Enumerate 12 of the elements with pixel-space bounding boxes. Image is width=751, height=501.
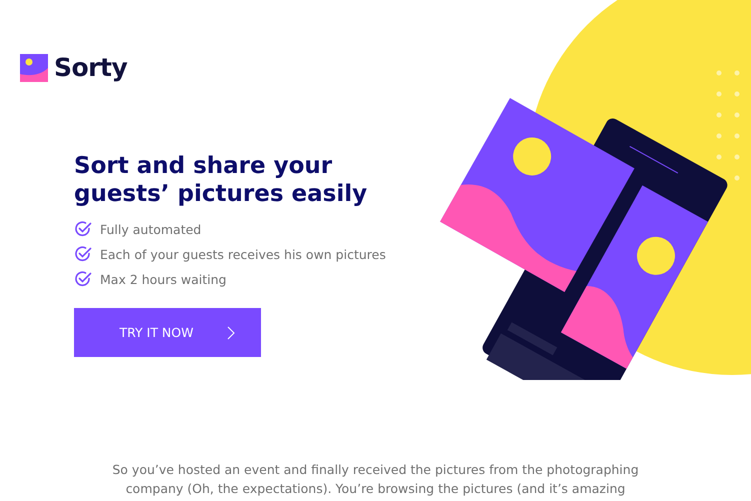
check-circle-icon: [74, 220, 92, 238]
logo-icon: [20, 54, 48, 82]
try-it-now-button[interactable]: TRY IT NOW: [74, 308, 261, 357]
intro-paragraph: So you’ve hosted an event and finally received the pictures from the photographing company (Oh, the expectations). You’re browsing the pictures (and it’s amazing: [111, 461, 640, 498]
feature-text: Fully automated: [100, 222, 202, 236]
feature-text: Each of your guests receives his own pictures: [100, 246, 386, 262]
hero-title: Sort and share your guests’ pictures easily: [74, 152, 368, 208]
check-circle-icon: [74, 270, 92, 288]
feature-text: Max 2 hours waiting: [100, 272, 226, 286]
check-circle-icon: [74, 245, 92, 263]
brand-name: Sorty: [54, 53, 128, 82]
chevron-right-icon: [227, 326, 236, 340]
